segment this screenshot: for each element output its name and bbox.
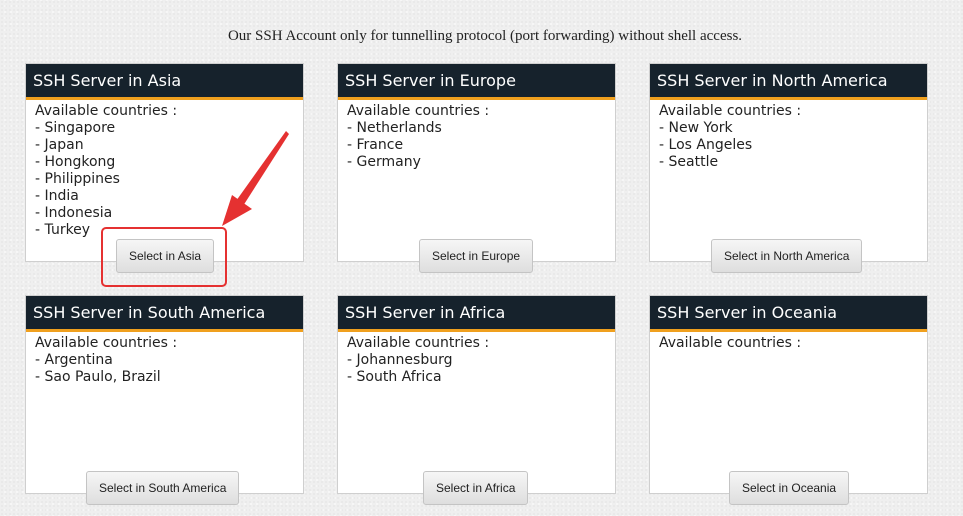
available-countries-label: Available countries : bbox=[347, 103, 490, 119]
select-africa-button[interactable]: Select in Africa bbox=[423, 471, 529, 505]
available-countries-label: Available countries : bbox=[659, 335, 802, 351]
server-card-north-america: SSH Server in North America Available co… bbox=[649, 63, 928, 273]
available-countries-label: Available countries : bbox=[347, 335, 490, 351]
card-title: SSH Server in Africa bbox=[338, 296, 615, 332]
card-body: Available countries : Singapore Japan Ho… bbox=[26, 100, 303, 239]
card-title: SSH Server in Oceania bbox=[650, 296, 927, 332]
country-item: Japan bbox=[35, 137, 303, 154]
card-body: Available countries : Argentina Sao Paul… bbox=[26, 332, 303, 386]
country-item: Argentina bbox=[35, 352, 303, 369]
card-body: Available countries : New York Los Angel… bbox=[650, 100, 927, 171]
country-item: France bbox=[347, 137, 615, 154]
card-body: Available countries : Netherlands France… bbox=[338, 100, 615, 171]
country-item: Philippines bbox=[35, 171, 303, 188]
country-item: Singapore bbox=[35, 120, 303, 137]
server-card-africa: SSH Server in Africa Available countries… bbox=[337, 295, 616, 505]
highlight-box bbox=[101, 227, 227, 287]
country-item: Hongkong bbox=[35, 154, 303, 171]
card-title: SSH Server in North America bbox=[650, 64, 927, 100]
server-card-south-america: SSH Server in South America Available co… bbox=[25, 295, 304, 505]
country-item: India bbox=[35, 188, 303, 205]
country-item: Sao Paulo, Brazil bbox=[35, 369, 303, 386]
country-item: Seattle bbox=[659, 154, 927, 171]
country-item: Johannesburg bbox=[347, 352, 615, 369]
server-card-oceania: SSH Server in Oceania Available countrie… bbox=[649, 295, 928, 505]
country-list: Argentina Sao Paulo, Brazil bbox=[35, 352, 303, 386]
country-item: Germany bbox=[347, 154, 615, 171]
country-list: Netherlands France Germany bbox=[347, 120, 615, 171]
card-title: SSH Server in South America bbox=[26, 296, 303, 332]
server-card-europe: SSH Server in Europe Available countries… bbox=[337, 63, 616, 273]
intro-text: Our SSH Account only for tunnelling prot… bbox=[227, 28, 743, 44]
available-countries-label: Available countries : bbox=[659, 103, 802, 119]
card-title: SSH Server in Europe bbox=[338, 64, 615, 100]
available-countries-label: Available countries : bbox=[35, 103, 178, 119]
country-item: Indonesia bbox=[35, 205, 303, 222]
country-list: Singapore Japan Hongkong Philippines Ind… bbox=[35, 120, 303, 239]
select-oceania-button[interactable]: Select in Oceania bbox=[729, 471, 850, 505]
available-countries-label: Available countries : bbox=[35, 335, 178, 351]
card-body: Available countries : bbox=[650, 332, 927, 352]
country-item: New York bbox=[659, 120, 927, 137]
select-north-america-button[interactable]: Select in North America bbox=[711, 239, 863, 273]
country-item: Netherlands bbox=[347, 120, 615, 137]
select-south-america-button[interactable]: Select in South America bbox=[86, 471, 240, 505]
country-item: South Africa bbox=[347, 369, 615, 386]
card-body: Available countries : Johannesburg South… bbox=[338, 332, 615, 386]
country-list: New York Los Angeles Seattle bbox=[659, 120, 927, 171]
country-list: Johannesburg South Africa bbox=[347, 352, 615, 386]
country-item: Los Angeles bbox=[659, 137, 927, 154]
select-europe-button[interactable]: Select in Europe bbox=[419, 239, 534, 273]
card-title: SSH Server in Asia bbox=[26, 64, 303, 100]
